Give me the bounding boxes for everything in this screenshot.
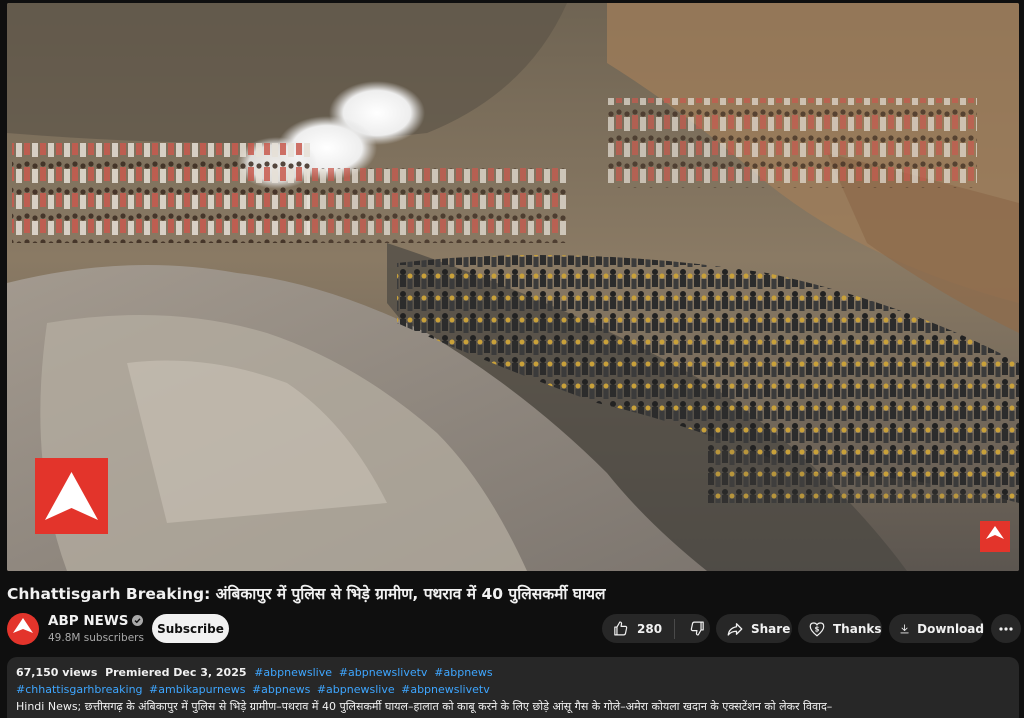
description-text: Hindi News; छत्तीसगढ़ के अंबिकापुर में प… (16, 700, 833, 713)
hashtag-link[interactable]: #abpnews (252, 683, 310, 696)
hashtag-link[interactable]: #abpnewslive (254, 666, 332, 679)
like-count: 280 (637, 621, 663, 636)
abp-triangle-logo-icon (45, 472, 98, 520)
dollar-heart-icon: $ (809, 621, 825, 637)
check-circle-icon (132, 614, 144, 626)
abp-avatar-logo-icon (13, 618, 33, 633)
video-player[interactable] (7, 3, 1019, 571)
more-actions-button[interactable] (991, 614, 1021, 643)
abp-logo-overlay (35, 458, 108, 534)
download-icon (900, 623, 909, 633)
hashtag-link[interactable]: #abpnewslive (317, 683, 395, 696)
video-title: Chhattisgarh Breaking: अंबिकापुर में पुल… (7, 585, 606, 603)
video-frame (7, 3, 1019, 571)
share-button[interactable]: Share (716, 614, 792, 643)
subscriber-count: 49.8M subscribers (48, 632, 144, 644)
thanks-button[interactable]: $ Thanks (798, 614, 882, 643)
watch-page: Chhattisgarh Breaking: अंबिकापुर में पुल… (0, 0, 1024, 718)
dislike-button[interactable] (675, 614, 706, 643)
download-label: Download (917, 621, 984, 636)
description-hashtags: #chhattisgarhbreaking #ambikapurnews #ab… (16, 683, 493, 696)
like-button[interactable]: 280 (602, 614, 662, 643)
view-count: 67,150 views (16, 666, 98, 679)
premiere-date: Premiered Dec 3, 2025 (105, 666, 247, 679)
share-arrow-icon (727, 622, 743, 636)
description-box[interactable]: 67,150 views Premiered Dec 3, 2025 #abpn… (7, 657, 1019, 718)
channel-avatar[interactable] (7, 613, 39, 645)
share-label: Share (751, 621, 791, 636)
hashtag-link[interactable]: #abpnewslivetv (339, 666, 428, 679)
channel-name[interactable]: ABP NEWS (48, 613, 144, 629)
thanks-label: Thanks (833, 621, 882, 636)
thumbs-down-icon (690, 621, 704, 636)
svg-text:$: $ (815, 625, 820, 633)
thumbs-up-icon (614, 621, 628, 636)
like-dislike-group: 280 (602, 614, 710, 643)
more-horizontal-icon (999, 626, 1013, 631)
channel-name-text[interactable]: ABP NEWS (48, 613, 128, 629)
hashtag-link[interactable]: #abpnewslivetv (401, 683, 490, 696)
subscribe-button[interactable]: Subscribe (152, 614, 229, 643)
hashtag-link[interactable]: #chhattisgarhbreaking (16, 683, 143, 696)
abp-watermark-icon (980, 521, 1010, 552)
hashtag-link[interactable]: #abpnews (434, 666, 492, 679)
hashtag-link[interactable]: #ambikapurnews (149, 683, 245, 696)
description-meta: 67,150 views Premiered Dec 3, 2025 #abpn… (16, 666, 496, 679)
download-button[interactable]: Download (889, 614, 984, 643)
